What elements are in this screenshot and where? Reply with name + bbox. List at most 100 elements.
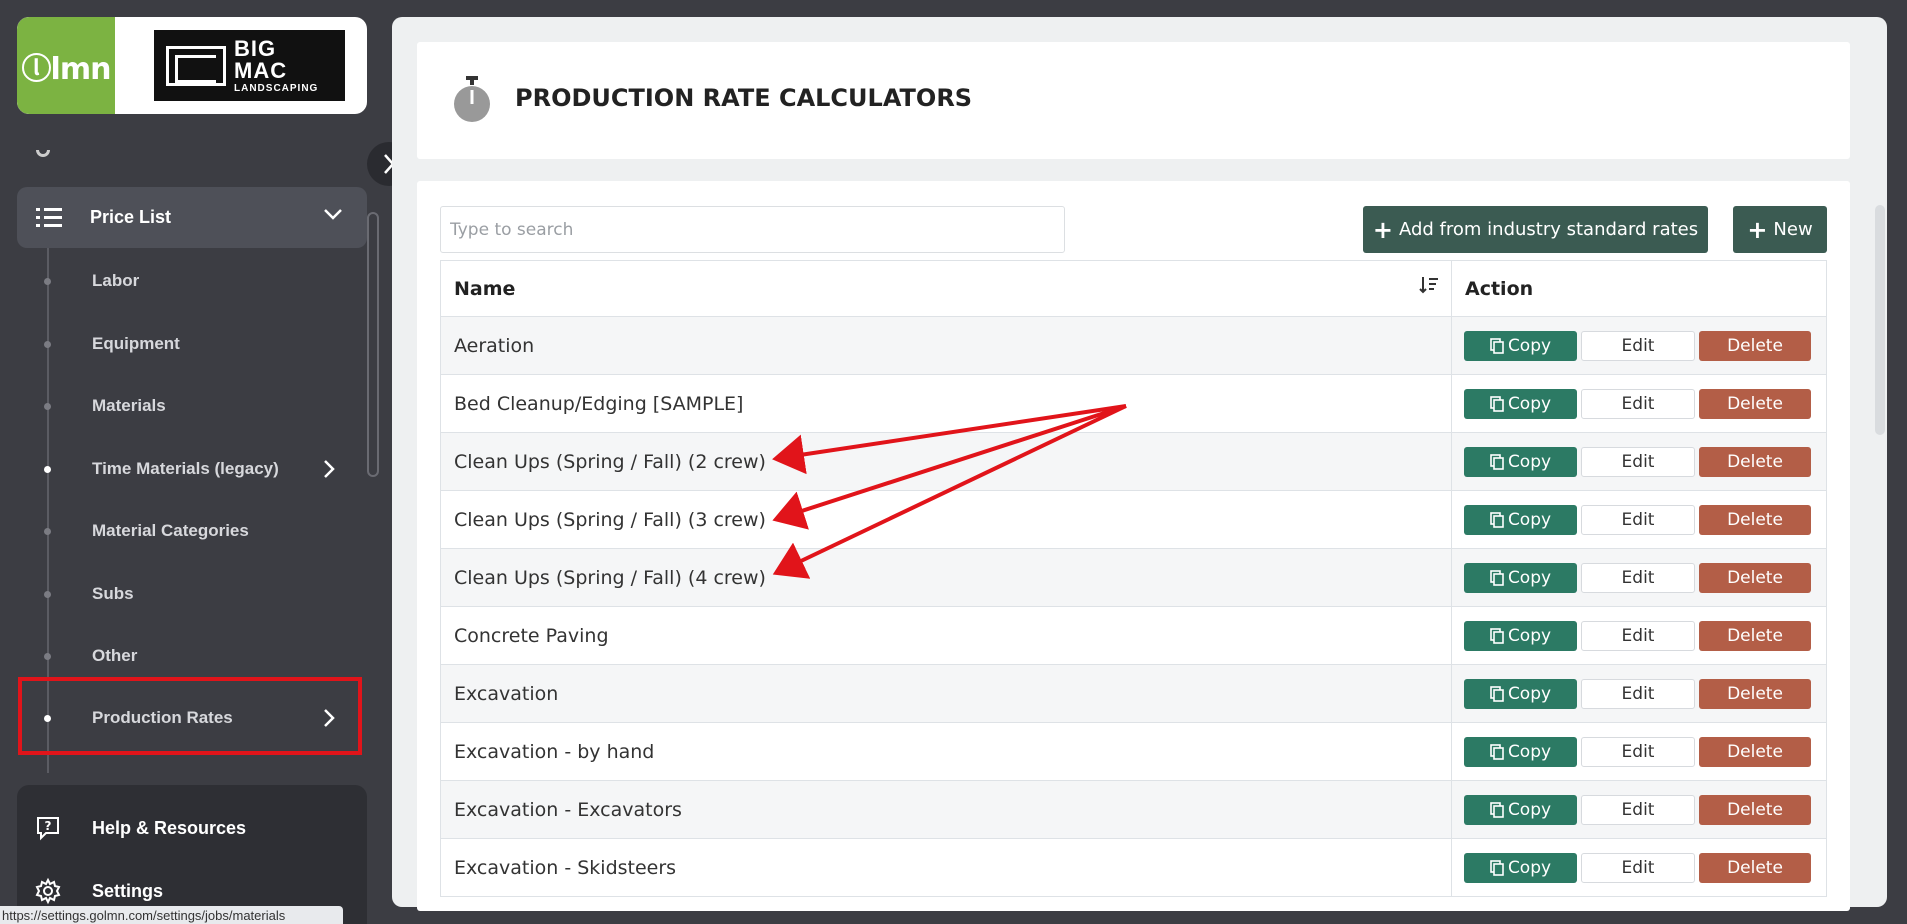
copy-button[interactable]: Copy bbox=[1464, 678, 1577, 709]
row-name[interactable]: Clean Ups (Spring / Fall) (3 crew) bbox=[440, 490, 1452, 549]
copy-icon bbox=[1490, 453, 1504, 470]
page-scrollbar[interactable] bbox=[1875, 205, 1885, 435]
delete-button[interactable]: Delete bbox=[1699, 852, 1811, 883]
status-url: https://settings.golmn.com/settings/jobs… bbox=[0, 906, 343, 924]
sort-icon[interactable] bbox=[1419, 275, 1439, 295]
search-input[interactable] bbox=[440, 206, 1065, 253]
edit-button[interactable]: Edit bbox=[1581, 446, 1695, 477]
copy-label: Copy bbox=[1507, 625, 1552, 646]
copy-icon bbox=[1490, 569, 1504, 586]
copy-label: Copy bbox=[1507, 799, 1552, 820]
delete-button[interactable]: Delete bbox=[1699, 620, 1811, 651]
edit-button[interactable]: Edit bbox=[1581, 562, 1695, 593]
copy-button[interactable]: Copy bbox=[1464, 794, 1577, 825]
delete-button[interactable]: Delete bbox=[1699, 736, 1811, 767]
new-button[interactable]: + New bbox=[1733, 206, 1827, 253]
table-row[interactable]: Aeration Copy Edit Delete bbox=[440, 316, 1827, 375]
row-name[interactable]: Concrete Paving bbox=[440, 606, 1452, 665]
row-name[interactable]: Excavation - Skidsteers bbox=[440, 838, 1452, 897]
delete-button[interactable]: Delete bbox=[1699, 678, 1811, 709]
sidebar-item-label: Equipment bbox=[92, 334, 180, 353]
sidebar-scrollbar[interactable] bbox=[367, 212, 379, 477]
edit-button[interactable]: Edit bbox=[1581, 504, 1695, 535]
table-row[interactable]: Concrete Paving Copy Edit Delete bbox=[440, 606, 1827, 665]
edit-button[interactable]: Edit bbox=[1581, 736, 1695, 767]
production-rates-table: Name Action Aeration Copy Edit Delete Bed Cl… bbox=[440, 260, 1827, 897]
help-icon: ? bbox=[37, 817, 59, 841]
delete-button[interactable]: Delete bbox=[1699, 504, 1811, 535]
table-row[interactable]: Excavation - by hand Copy Edit Delete bbox=[440, 722, 1827, 781]
edit-button[interactable]: Edit bbox=[1581, 388, 1695, 419]
edit-button[interactable]: Edit bbox=[1581, 678, 1695, 709]
column-header-name[interactable]: Name bbox=[440, 260, 1452, 317]
copy-button[interactable]: Copy bbox=[1464, 446, 1577, 477]
copy-button[interactable]: Copy bbox=[1464, 562, 1577, 593]
row-actions: Copy Edit Delete bbox=[1451, 780, 1827, 839]
sidebar-item-time-materials[interactable]: Time Materials (legacy) bbox=[17, 447, 367, 491]
copy-label: Copy bbox=[1507, 393, 1552, 414]
copy-button[interactable]: Copy bbox=[1464, 620, 1577, 651]
table-row[interactable]: Clean Ups (Spring / Fall) (2 crew) Copy Ed… bbox=[440, 432, 1827, 491]
copy-button[interactable]: Copy bbox=[1464, 330, 1577, 361]
row-name[interactable]: Clean Ups (Spring / Fall) (2 crew) bbox=[440, 432, 1452, 491]
tree-dot bbox=[44, 465, 51, 473]
table-row[interactable]: Excavation - Skidsteers Copy Edit Delete bbox=[440, 838, 1827, 897]
copy-label: Copy bbox=[1507, 683, 1552, 704]
copy-button[interactable]: Copy bbox=[1464, 388, 1577, 419]
tree-dot bbox=[44, 340, 51, 348]
sidebar-item-label: Other bbox=[92, 646, 138, 665]
sidebar-item-materials[interactable]: Materials bbox=[17, 384, 367, 428]
delete-button[interactable]: Delete bbox=[1699, 388, 1811, 419]
copy-icon bbox=[1490, 337, 1504, 354]
row-name[interactable]: Clean Ups (Spring / Fall) (4 crew) bbox=[440, 548, 1452, 607]
scrolled-nav-item bbox=[36, 150, 236, 164]
copy-button[interactable]: Copy bbox=[1464, 504, 1577, 535]
sidebar-item-labor[interactable]: Labor bbox=[17, 259, 367, 303]
sidebar-item-help[interactable]: ? Help & Resources bbox=[17, 806, 367, 850]
sidebar-item-label: Materials bbox=[92, 396, 166, 415]
sidebar-item-material-categories[interactable]: Material Categories bbox=[17, 509, 367, 553]
table-row[interactable]: Excavation Copy Edit Delete bbox=[440, 664, 1827, 723]
table-row[interactable]: Bed Cleanup/Edging [SAMPLE] Copy Edit Delet… bbox=[440, 374, 1827, 433]
copy-icon bbox=[1490, 395, 1504, 412]
table-row[interactable]: Clean Ups (Spring / Fall) (4 crew) Copy Ed… bbox=[440, 548, 1827, 607]
row-name[interactable]: Excavation - Excavators bbox=[440, 780, 1452, 839]
tree-dot bbox=[44, 527, 51, 535]
row-actions: Copy Edit Delete bbox=[1451, 664, 1827, 723]
copy-button[interactable]: Copy bbox=[1464, 852, 1577, 883]
edit-button[interactable]: Edit bbox=[1581, 794, 1695, 825]
row-name[interactable]: Excavation - by hand bbox=[440, 722, 1452, 781]
row-actions: Copy Edit Delete bbox=[1451, 722, 1827, 781]
tree-dot bbox=[44, 402, 51, 410]
sidebar-item-other[interactable]: Other bbox=[17, 634, 367, 678]
row-name[interactable]: Bed Cleanup/Edging [SAMPLE] bbox=[440, 374, 1452, 433]
add-industry-rates-button[interactable]: + Add from industry standard rates bbox=[1363, 206, 1708, 253]
edit-button[interactable]: Edit bbox=[1581, 852, 1695, 883]
new-label: New bbox=[1773, 219, 1813, 240]
row-name[interactable]: Aeration bbox=[440, 316, 1452, 375]
company-logo-small: LANDSCAPING bbox=[234, 82, 319, 94]
sidebar-item-equipment[interactable]: Equipment bbox=[17, 322, 367, 366]
row-actions: Copy Edit Delete bbox=[1451, 838, 1827, 897]
table-row[interactable]: Excavation - Excavators Copy Edit Delete bbox=[440, 780, 1827, 839]
sidebar-item-price-list[interactable]: Price List bbox=[17, 187, 367, 248]
edit-button[interactable]: Edit bbox=[1581, 330, 1695, 361]
lmn-logo[interactable]: ⓛlmn bbox=[17, 17, 115, 114]
delete-button[interactable]: Delete bbox=[1699, 794, 1811, 825]
delete-button[interactable]: Delete bbox=[1699, 562, 1811, 593]
copy-icon bbox=[1490, 627, 1504, 644]
table-header-row: Name Action bbox=[440, 260, 1827, 317]
copy-button[interactable]: Copy bbox=[1464, 736, 1577, 767]
delete-button[interactable]: Delete bbox=[1699, 446, 1811, 477]
sidebar-item-label: Labor bbox=[92, 271, 140, 290]
page-title: PRODUCTION RATE CALCULATORS bbox=[515, 84, 973, 112]
table-row[interactable]: Clean Ups (Spring / Fall) (3 crew) Copy Ed… bbox=[440, 490, 1827, 549]
delete-button[interactable]: Delete bbox=[1699, 330, 1811, 361]
sidebar-item-subs[interactable]: Subs bbox=[17, 572, 367, 616]
row-actions: Copy Edit Delete bbox=[1451, 432, 1827, 491]
company-logo: BIG MAC LANDSCAPING bbox=[154, 30, 345, 101]
chevron-right-icon bbox=[324, 460, 335, 478]
tree-dot bbox=[44, 652, 51, 660]
edit-button[interactable]: Edit bbox=[1581, 620, 1695, 651]
row-name[interactable]: Excavation bbox=[440, 664, 1452, 723]
